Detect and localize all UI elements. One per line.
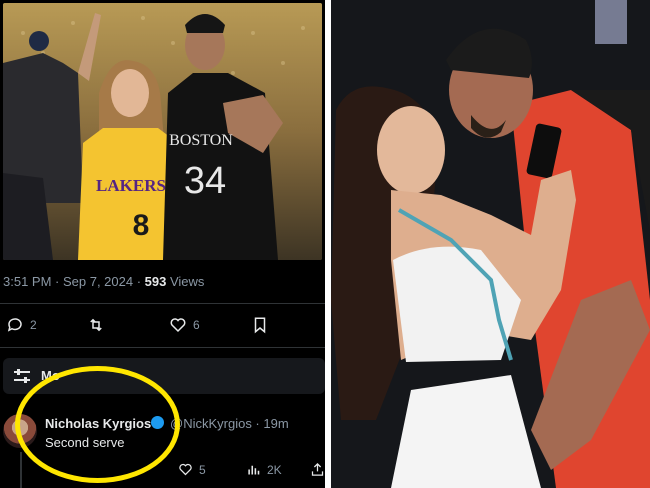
tweet-photo[interactable]: LAKERS 8 BOSTON 34 xyxy=(3,3,322,260)
divider xyxy=(0,347,325,348)
yellow-highlight-circle xyxy=(15,366,180,483)
retweet-icon xyxy=(90,318,102,332)
couple-photo xyxy=(331,0,650,488)
meta-separator: · xyxy=(51,274,63,289)
reply-icon xyxy=(7,318,22,332)
views-chart-icon xyxy=(248,465,260,475)
reply-author-handle: @NickKyrgios · 19m xyxy=(170,416,289,431)
views-label: Views xyxy=(166,274,205,289)
divider xyxy=(0,303,325,304)
views-count: 593 xyxy=(144,274,167,289)
thread-line xyxy=(20,452,22,488)
meta-separator: · xyxy=(133,274,145,289)
heart-icon xyxy=(179,463,192,476)
reply-like-button[interactable]: 5 xyxy=(178,462,206,477)
tweet-screenshot-panel: LAKERS 8 BOSTON 34 3:51 PM · Sep 7, 2024… xyxy=(0,0,325,488)
jersey-right-number: 34 xyxy=(184,160,226,202)
retweet-button[interactable] xyxy=(87,316,105,334)
reply-like-count: 5 xyxy=(199,462,206,477)
sliders-icon xyxy=(14,369,30,383)
jersey-left-text: LAKERS xyxy=(96,176,166,195)
tweet-date: Sep 7, 2024 xyxy=(62,274,134,289)
jersey-right-text: BOSTON xyxy=(169,132,233,149)
share-button[interactable] xyxy=(310,462,325,477)
jersey-left-number: 8 xyxy=(133,209,150,242)
reply-views-button[interactable]: 2K xyxy=(246,462,282,477)
couple-photo-panel xyxy=(331,0,650,488)
bookmark-button[interactable] xyxy=(251,316,269,334)
heart-icon xyxy=(170,318,186,333)
like-count: 6 xyxy=(193,318,200,332)
reply-count: 2 xyxy=(30,318,37,332)
bookmark-icon xyxy=(254,317,266,334)
share-icon xyxy=(311,462,324,476)
tweet-actions: 2 6 xyxy=(0,316,325,338)
like-button[interactable]: 6 xyxy=(169,316,200,334)
tweet-metadata: 3:51 PM · Sep 7, 2024 · 593 Views xyxy=(3,274,204,289)
reply-button[interactable]: 2 xyxy=(6,316,37,334)
tweet-time: 3:51 PM xyxy=(3,274,52,289)
tweet-photo-illustration: LAKERS 8 BOSTON 34 xyxy=(3,3,322,260)
reply-views-count: 2K xyxy=(267,462,282,477)
